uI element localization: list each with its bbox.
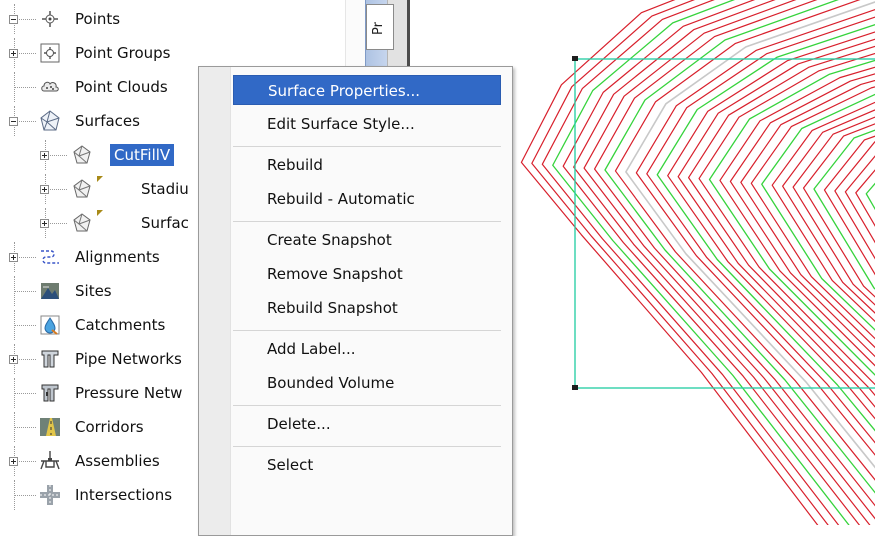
menu-item-remove-snapshot[interactable]: Remove Snapshot bbox=[233, 259, 501, 289]
tree-node-label: Pressure Netw bbox=[75, 383, 182, 403]
out-of-date-flag-icon bbox=[97, 210, 103, 216]
surfaces-icon bbox=[38, 109, 62, 133]
contour-line bbox=[532, 0, 832, 525]
menu-item-delete[interactable]: Delete... bbox=[233, 409, 501, 439]
tree-node-points[interactable]: Points bbox=[0, 4, 345, 34]
tree-guide-branch bbox=[14, 87, 36, 88]
contour-line bbox=[521, 0, 821, 525]
tree-node-label: Assemblies bbox=[75, 451, 160, 471]
point-clouds-icon bbox=[38, 75, 62, 99]
menu-separator bbox=[233, 405, 501, 406]
contour-line bbox=[824, 90, 875, 525]
sites-icon bbox=[38, 279, 62, 303]
expand-icon[interactable] bbox=[9, 49, 18, 58]
tree-node-point-groups[interactable]: Point Groups bbox=[0, 38, 345, 68]
menu-item-create-snapshot[interactable]: Create Snapshot bbox=[233, 225, 501, 255]
context-menu: Surface Properties... Edit Surface Style.… bbox=[198, 66, 513, 536]
menu-item-rebuild[interactable]: Rebuild bbox=[233, 150, 501, 180]
menu-item-surface-properties[interactable]: Surface Properties... bbox=[233, 75, 501, 105]
alignments-icon bbox=[38, 245, 62, 269]
tree-node-label: Surfac bbox=[141, 213, 189, 233]
collapse-icon[interactable] bbox=[9, 117, 18, 126]
expand-icon[interactable] bbox=[9, 457, 18, 466]
menu-separator bbox=[233, 221, 501, 222]
tree-guide-branch bbox=[14, 325, 36, 326]
expand-icon[interactable] bbox=[9, 355, 18, 364]
prospector-tab-label: Pr bbox=[371, 22, 386, 35]
points-icon bbox=[38, 7, 62, 31]
grip-handle[interactable] bbox=[572, 56, 578, 61]
tree-node-label: Sites bbox=[75, 281, 112, 301]
tree-node-label: Corridors bbox=[75, 417, 144, 437]
menu-separator bbox=[233, 146, 501, 147]
pressure-networks-icon bbox=[38, 381, 62, 405]
tree-node-label: Point Groups bbox=[75, 43, 171, 63]
point-groups-icon bbox=[38, 41, 62, 65]
tree-node-label: Pipe Networks bbox=[75, 349, 182, 369]
tree-node-label: CutFillV bbox=[110, 144, 174, 166]
expand-icon[interactable] bbox=[9, 253, 18, 262]
corridors-icon bbox=[38, 415, 62, 439]
tree-node-label: Alignments bbox=[75, 247, 160, 267]
tree-guide-branch bbox=[14, 291, 36, 292]
menu-item-bounded-volume[interactable]: Bounded Volume bbox=[233, 368, 501, 398]
pipe-networks-icon bbox=[38, 347, 62, 371]
tree-guide-branch bbox=[14, 427, 36, 428]
out-of-date-flag-icon bbox=[97, 176, 103, 182]
contour-line bbox=[595, 0, 875, 525]
tree-node-label: Surfaces bbox=[75, 111, 140, 131]
menu-item-rebuild-snapshot[interactable]: Rebuild Snapshot bbox=[233, 293, 501, 323]
menu-separator bbox=[233, 330, 501, 331]
intersections-icon bbox=[38, 483, 62, 507]
tree-node-label: Intersections bbox=[75, 485, 172, 505]
menu-item-select[interactable]: Select bbox=[233, 450, 501, 480]
tree-node-label: Stadiu bbox=[141, 179, 189, 199]
menu-separator bbox=[233, 446, 501, 447]
grip-handle[interactable] bbox=[572, 385, 578, 390]
context-menu-icon-gutter bbox=[199, 67, 231, 535]
surface-icon bbox=[70, 143, 94, 167]
expand-icon[interactable] bbox=[40, 219, 49, 228]
tree-guide-branch bbox=[14, 495, 36, 496]
menu-item-add-label[interactable]: Add Label... bbox=[233, 334, 501, 364]
prospector-tab[interactable]: Pr bbox=[366, 4, 394, 50]
menu-item-edit-surface-style[interactable]: Edit Surface Style... bbox=[233, 109, 501, 139]
contour-line bbox=[678, 23, 875, 525]
menu-item-rebuild-automatic[interactable]: Rebuild - Automatic bbox=[233, 184, 501, 214]
collapse-icon[interactable] bbox=[9, 15, 18, 24]
surface-icon bbox=[70, 177, 94, 201]
major-contour-line bbox=[657, 14, 875, 525]
expand-icon[interactable] bbox=[40, 185, 49, 194]
assemblies-icon bbox=[38, 449, 62, 473]
contour-line bbox=[751, 57, 875, 526]
catchments-icon bbox=[38, 313, 62, 337]
tree-node-label: Point Clouds bbox=[75, 77, 168, 97]
tree-guide-branch bbox=[14, 393, 36, 394]
expand-icon[interactable] bbox=[40, 151, 49, 160]
tree-node-label: Points bbox=[75, 9, 120, 29]
surface-icon bbox=[70, 211, 94, 235]
tree-node-label: Catchments bbox=[75, 315, 165, 335]
